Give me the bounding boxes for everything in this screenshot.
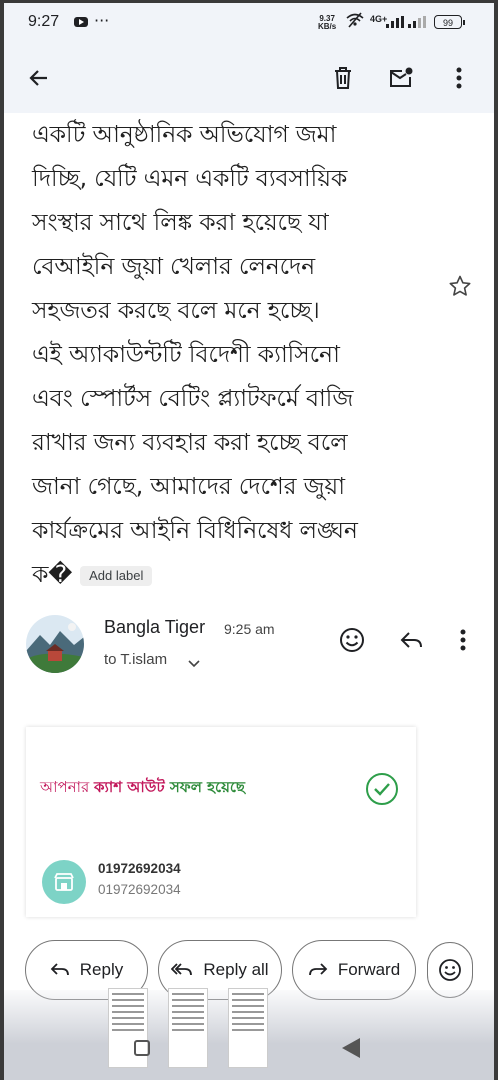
- title-part-2: ক্যাশ আউট: [94, 778, 165, 796]
- back-arrow-icon[interactable]: [24, 63, 54, 93]
- screen-border-right: [494, 0, 498, 1080]
- success-check-icon: [366, 773, 398, 805]
- forward-arrow-icon: [308, 963, 328, 976]
- title-part-3: সফল হয়েছে: [164, 778, 246, 796]
- recipient-line[interactable]: to T.islam: [104, 651, 167, 668]
- status-bar: 9:27 ··· 9.37 KB/s 4G+ 99: [4, 3, 494, 43]
- recent-app-thumbnail[interactable]: [108, 988, 148, 1068]
- message-body: একটি আনুষ্ঠানিক অভিযোগ জমা দিচ্ছি, যেটি …: [32, 112, 432, 596]
- cashout-success-title: আপনার ক্যাশ আউট সফল হয়েছে: [40, 776, 245, 801]
- youtube-notification-icon: [74, 17, 88, 27]
- sender-avatar[interactable]: [26, 615, 84, 673]
- message-body-text: একটি আনুষ্ঠানিক অভিযোগ জমা দিচ্ছি, যেটি …: [32, 120, 358, 544]
- network-speed: 9.37 KB/s: [318, 15, 336, 31]
- mark-unread-icon[interactable]: [386, 63, 416, 93]
- signal-strength-sim2-icon: [408, 16, 426, 28]
- sender-name: Bangla Tiger: [104, 617, 206, 637]
- status-time: 9:27: [28, 13, 60, 30]
- network-speed-unit: KB/s: [318, 22, 337, 31]
- battery-indicator: 99: [434, 15, 465, 29]
- network-type: 4G+: [370, 14, 388, 24]
- account-number-primary: 01972692034: [98, 861, 181, 876]
- email-toolbar: [4, 43, 494, 113]
- message-more-vert-icon[interactable]: [448, 625, 478, 655]
- emoji-icon: [439, 959, 461, 981]
- emoji-reaction-icon[interactable]: [337, 625, 367, 655]
- more-notifications: ···: [94, 11, 110, 30]
- account-number-secondary: 01972692034: [98, 882, 181, 897]
- recents-nav-icon[interactable]: [134, 1040, 150, 1056]
- chevron-down-icon[interactable]: [188, 654, 200, 673]
- reply-all-button-label: Reply all: [203, 960, 269, 979]
- back-nav-icon[interactable]: [342, 1038, 360, 1058]
- trash-icon[interactable]: [328, 63, 358, 93]
- more-vert-icon[interactable]: [444, 63, 474, 93]
- recent-app-thumbnail[interactable]: [228, 988, 268, 1068]
- reply-arrow-icon: [50, 963, 69, 976]
- wifi-off-icon: [346, 12, 364, 32]
- screen-border-left: [0, 0, 4, 1080]
- reply-icon[interactable]: [397, 625, 427, 655]
- reply-button-label: Reply: [79, 960, 124, 979]
- add-label-chip[interactable]: Add label: [80, 565, 153, 586]
- reply-all-icon: [171, 963, 193, 976]
- forward-button-label: Forward: [337, 960, 401, 979]
- store-icon: [42, 860, 86, 904]
- message-body-last-line: ক�: [32, 560, 73, 588]
- message-time: 9:25 am: [224, 621, 275, 637]
- image-attachment-card[interactable]: আপনার ক্যাশ আউট সফল হয়েছে 01972692034 0…: [26, 727, 416, 917]
- title-part-1: আপনার: [40, 778, 95, 796]
- recent-app-thumbnail[interactable]: [168, 988, 208, 1068]
- star-icon[interactable]: [448, 274, 472, 302]
- signal-strength-icon: [386, 16, 404, 28]
